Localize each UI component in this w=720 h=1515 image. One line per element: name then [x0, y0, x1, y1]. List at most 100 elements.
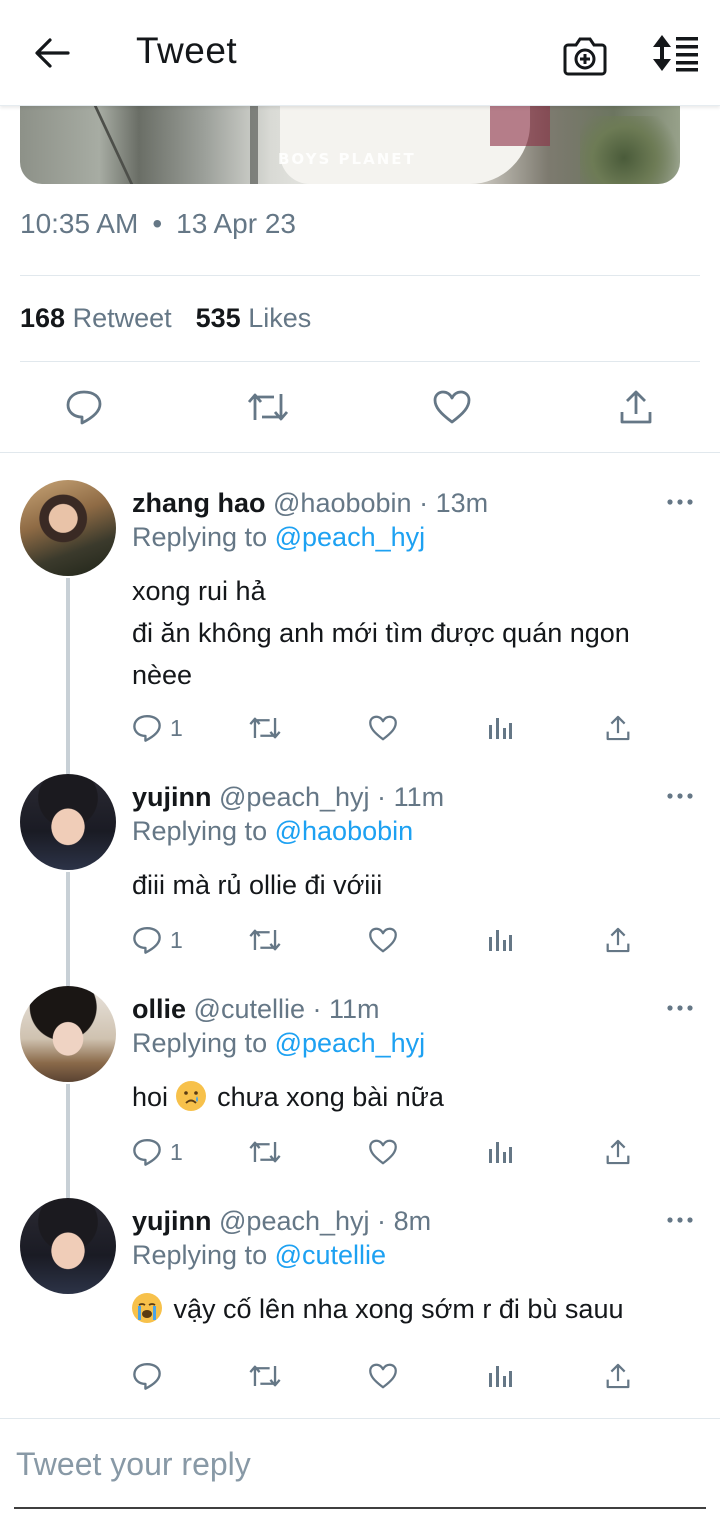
retweet-button[interactable] [248, 710, 282, 746]
analytics-button[interactable] [487, 710, 513, 746]
reply-text: xong rui hả đi ăn không anh mới tìm được… [132, 570, 692, 696]
separator-dot: • [152, 208, 163, 239]
reply-actions: 1 [0, 710, 720, 746]
retweet-count: 168 [20, 303, 66, 333]
author-name[interactable]: zhang hao [132, 488, 266, 518]
avatar[interactable] [20, 1198, 116, 1294]
mention-link[interactable]: @cutellie [275, 1240, 386, 1270]
replying-to: Replying to @peach_hyj [132, 1028, 425, 1059]
likes-stat[interactable]: 535 Likes [196, 303, 312, 333]
retweet-button[interactable] [248, 1134, 282, 1170]
reply-button[interactable] [132, 1358, 170, 1394]
reply-time: 8m [393, 1206, 432, 1236]
share-icon [606, 1363, 630, 1389]
separator-dot: · [419, 488, 429, 518]
image-detail [580, 116, 680, 184]
analytics-button[interactable] [487, 1134, 513, 1170]
author-name[interactable]: yujinn [132, 782, 212, 812]
reply-header: yujinn @peach_hyj · 11m [132, 782, 444, 813]
retweet-icon [247, 393, 289, 421]
replying-prefix: Replying to [132, 1028, 268, 1058]
reply-composer [0, 1418, 720, 1515]
more-icon [667, 1005, 693, 1011]
avatar[interactable] [20, 480, 116, 576]
heart-icon [369, 715, 397, 741]
like-button[interactable] [368, 922, 398, 958]
more-options-button[interactable] [660, 784, 700, 808]
reply-icon [133, 926, 161, 954]
reply-icon [133, 1138, 161, 1166]
reply-actions: 1 [0, 1134, 720, 1170]
reply-line: hoi chưa xong bài nữa [132, 1076, 692, 1118]
reply-line: điii mà rủ ollie đi vớiii [132, 870, 383, 900]
share-button[interactable] [604, 710, 632, 746]
like-button[interactable] [430, 385, 474, 429]
share-button[interactable] [604, 922, 632, 958]
back-button[interactable] [30, 33, 74, 73]
reply-line: vậy cố lên nha xong sớm r đi bù sauu [132, 1288, 692, 1330]
author-handle[interactable]: @peach_hyj [219, 782, 370, 812]
share-button[interactable] [614, 385, 658, 429]
replying-prefix: Replying to [132, 816, 268, 846]
camera-button[interactable] [562, 33, 608, 77]
retweet-button[interactable] [248, 922, 282, 958]
mention-link[interactable]: @peach_hyj [275, 1028, 426, 1058]
replying-prefix: Replying to [132, 1240, 268, 1270]
author-handle[interactable]: @haobobin [273, 488, 412, 518]
tweet-image[interactable]: BOYS PLANET [20, 106, 680, 184]
replying-to: Replying to @peach_hyj [132, 522, 425, 553]
analytics-button[interactable] [487, 922, 513, 958]
sort-icon [653, 35, 698, 72]
replying-prefix: Replying to [132, 522, 268, 552]
retweets-stat[interactable]: 168 Retweet [20, 303, 172, 333]
analytics-button[interactable] [487, 1358, 513, 1394]
avatar[interactable] [20, 774, 116, 870]
reply-button[interactable] [62, 385, 106, 429]
analytics-icon [489, 930, 512, 951]
author-name[interactable]: ollie [132, 994, 186, 1024]
share-button[interactable] [604, 1358, 632, 1394]
more-options-button[interactable] [660, 1208, 700, 1232]
reply-time: 13m [435, 488, 489, 518]
share-icon [606, 927, 630, 953]
author-handle[interactable]: @cutellie [194, 994, 305, 1024]
image-watermark: BOYS PLANET [278, 150, 416, 168]
like-button[interactable] [368, 710, 398, 746]
share-button[interactable] [604, 1134, 632, 1170]
like-button[interactable] [368, 1358, 398, 1394]
reply-count: 1 [170, 714, 183, 741]
tweet-timestamp: 10:35 AM • 13 Apr 23 [20, 208, 296, 240]
heart-icon [369, 1139, 397, 1165]
heart-icon [369, 1363, 397, 1389]
author-name[interactable]: yujinn [132, 1206, 212, 1236]
sort-replies-button[interactable] [650, 33, 702, 75]
reply-icon [66, 390, 102, 425]
author-handle[interactable]: @peach_hyj [219, 1206, 370, 1236]
image-detail [93, 106, 134, 184]
image-detail [490, 106, 550, 146]
likes-count: 535 [195, 303, 241, 333]
avatar[interactable] [20, 986, 116, 1082]
more-options-button[interactable] [660, 996, 700, 1020]
reply-header: ollie @cutellie · 11m [132, 994, 380, 1025]
replying-to: Replying to @cutellie [132, 1240, 386, 1271]
tweet-actions [0, 385, 720, 431]
mention-link[interactable]: @haobobin [275, 816, 414, 846]
reply-text: điii mà rủ ollie đi vớiii [132, 864, 692, 906]
mention-link[interactable]: @peach_hyj [275, 522, 426, 552]
retweet-button[interactable] [246, 385, 290, 429]
reply-button[interactable]: 1 [132, 1134, 183, 1170]
like-button[interactable] [368, 1134, 398, 1170]
reply-text: vậy cố lên nha xong sớm r đi bù sauu [132, 1288, 692, 1330]
reply-input[interactable] [16, 1441, 706, 1487]
input-underline [14, 1507, 706, 1509]
tweet-stats: 168 Retweet 535 Likes [20, 303, 311, 334]
tweet-date: 13 Apr 23 [176, 208, 296, 239]
reply-button[interactable]: 1 [132, 710, 183, 746]
more-options-button[interactable] [660, 490, 700, 514]
tweet-time: 10:35 AM [20, 208, 139, 239]
share-icon [606, 1139, 630, 1165]
reply-button[interactable]: 1 [132, 922, 183, 958]
analytics-icon [489, 1366, 512, 1387]
retweet-button[interactable] [248, 1358, 282, 1394]
